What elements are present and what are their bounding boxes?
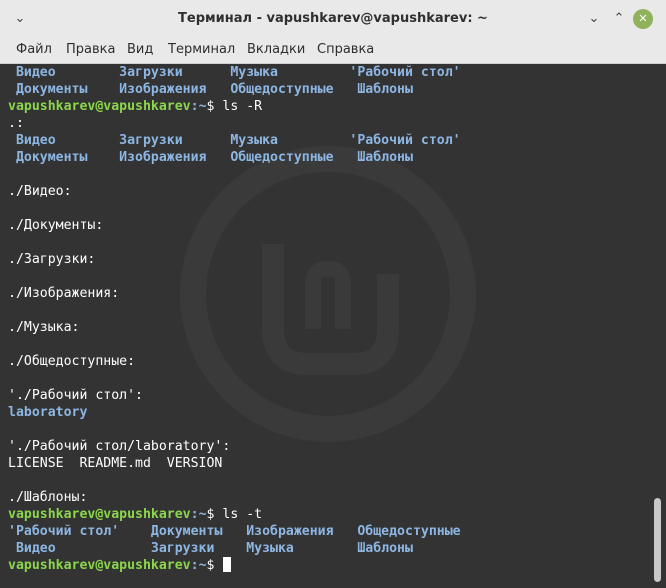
menu-bar: Файл Правка Вид Терминал Вкладки Справка	[0, 38, 666, 64]
terminal-line: ./Шаблоны:	[8, 489, 461, 506]
terminal-line: vapushkarev@vapushkarev:~$ ls -t	[8, 506, 461, 523]
menu-edit[interactable]: Правка	[66, 42, 115, 57]
directory-entry: 'Рабочий стол'	[349, 65, 461, 80]
prompt-symbol: $	[206, 558, 223, 573]
terminal-line: 'Рабочий стол' Документы Изображения Общ…	[8, 523, 461, 540]
output-text: ./Шаблоны:	[8, 490, 88, 505]
terminal-line: ./Изображения:	[8, 285, 461, 302]
directory-entry: Загрузки	[111, 65, 223, 80]
prompt-user: vapushkarev@vapushkarev	[8, 558, 191, 573]
maximize-icon[interactable]: ⌃	[609, 9, 629, 29]
terminal-window: ⌄ Терминал - vapushkarev@vapushkarev: ~ …	[0, 0, 666, 588]
directory-entry: Загрузки	[142, 541, 239, 556]
directory-entry: Видео	[8, 541, 143, 556]
title-bar[interactable]: ⌄ Терминал - vapushkarev@vapushkarev: ~ …	[0, 0, 666, 39]
terminal-line: Документы Изображения Общедоступные Шабл…	[8, 81, 461, 98]
directory-entry: Загрузки	[111, 133, 223, 148]
text-cursor	[223, 557, 232, 572]
close-icon[interactable]: ✕	[633, 9, 653, 29]
output-text: ./Видео:	[8, 184, 72, 199]
window-title: Терминал - vapushkarev@vapushkarev: ~	[178, 11, 488, 26]
directory-entry: Шаблоны	[349, 82, 413, 97]
terminal-line: ./Документы:	[8, 217, 461, 234]
terminal-line: Видео Загрузки Музыка 'Рабочий стол'	[8, 132, 461, 149]
menu-help[interactable]: Справка	[317, 42, 374, 57]
terminal-lines: Видео Загрузки Музыка 'Рабочий стол' Док…	[8, 64, 461, 574]
directory-entry: Общедоступные	[349, 524, 461, 539]
terminal-line: './Рабочий стол':	[8, 387, 461, 404]
terminal-line: Документы Изображения Общедоступные Шабл…	[8, 149, 461, 166]
prompt-path: :~	[190, 99, 207, 114]
output-text: .:	[8, 116, 24, 131]
directory-entry: 'Рабочий стол'	[349, 133, 461, 148]
prompt-path: :~	[190, 507, 207, 522]
output-text: ./Загрузки:	[8, 252, 96, 267]
terminal-line: ./Видео:	[8, 183, 461, 200]
terminal-line: Видео Загрузки Музыка Шаблоны	[8, 540, 461, 557]
directory-entry: Изображения	[238, 524, 350, 539]
terminal-line: './Рабочий стол/laboratory':	[8, 438, 461, 455]
directory-entry: Видео	[8, 133, 112, 148]
terminal-output[interactable]: Видео Загрузки Музыка 'Рабочий стол' Док…	[0, 64, 650, 588]
directory-entry: Документы	[8, 150, 112, 165]
prompt-user: vapushkarev@vapushkarev	[8, 99, 191, 114]
minimize-icon[interactable]: ⌄	[584, 9, 604, 29]
menu-terminal[interactable]: Терминал	[168, 42, 235, 57]
directory-entry: Изображения	[111, 82, 223, 97]
directory-entry: Шаблоны	[349, 541, 413, 556]
scrollbar[interactable]	[650, 64, 666, 588]
menu-view[interactable]: Вид	[127, 42, 153, 57]
menu-tabs[interactable]: Вкладки	[247, 42, 305, 57]
terminal-line: .:	[8, 115, 461, 132]
directory-entry: Документы	[142, 524, 239, 539]
directory-entry: Музыка	[222, 133, 350, 148]
output-text: LICENSE README.md VERSION	[8, 456, 223, 471]
directory-entry: Изображения	[111, 150, 223, 165]
terminal-line: laboratory	[8, 404, 461, 421]
prompt-symbol: $	[206, 99, 223, 114]
directory-entry: Шаблоны	[349, 150, 413, 165]
output-text: './Рабочий стол/laboratory':	[8, 439, 231, 454]
terminal-line: ./Общедоступные:	[8, 353, 461, 370]
directory-entry: Общедоступные	[222, 82, 350, 97]
directory-entry: Общедоступные	[222, 150, 350, 165]
directory-entry: Видео	[8, 65, 112, 80]
directory-entry: laboratory	[8, 405, 88, 420]
terminal-line: ./Загрузки:	[8, 251, 461, 268]
terminal-line: vapushkarev@vapushkarev:~$	[8, 557, 461, 574]
terminal-line: ./Музыка:	[8, 319, 461, 336]
output-text: ./Музыка:	[8, 320, 80, 335]
command-text: ls -R	[222, 99, 263, 114]
prompt-path: :~	[190, 558, 207, 573]
output-text: './Рабочий стол':	[8, 388, 143, 403]
directory-entry: Документы	[8, 82, 112, 97]
command-text: ls -t	[222, 507, 263, 522]
terminal-line: Видео Загрузки Музыка 'Рабочий стол'	[8, 64, 461, 81]
prompt-symbol: $	[206, 507, 223, 522]
directory-entry: 'Рабочий стол'	[8, 524, 143, 539]
directory-entry: Музыка	[238, 541, 350, 556]
scrollbar-thumb[interactable]	[654, 498, 661, 582]
menu-file[interactable]: Файл	[16, 42, 52, 57]
terminal-line: LICENSE README.md VERSION	[8, 455, 461, 472]
output-text: ./Документы:	[8, 218, 104, 233]
terminal-line: vapushkarev@vapushkarev:~$ ls -R	[8, 98, 461, 115]
output-text: ./Изображения:	[8, 286, 120, 301]
prompt-user: vapushkarev@vapushkarev	[8, 507, 191, 522]
output-text: ./Общедоступные:	[8, 354, 136, 369]
directory-entry: Музыка	[222, 65, 350, 80]
